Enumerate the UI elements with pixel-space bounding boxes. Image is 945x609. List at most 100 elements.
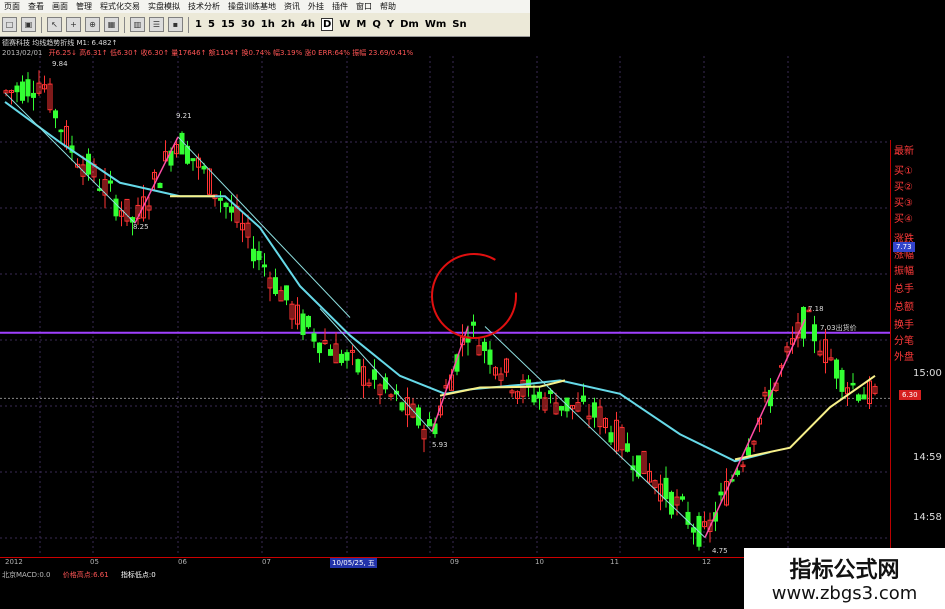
menu-item[interactable]: 外挂 <box>308 1 324 12</box>
menu-item[interactable]: 程式化交易 <box>100 1 140 12</box>
candle-body <box>669 491 674 515</box>
grid-icon[interactable]: ▦ <box>104 17 119 32</box>
trade-time: 14:59 <box>913 452 942 463</box>
menu-item[interactable]: 插件 <box>332 1 348 12</box>
candle-body <box>680 496 685 500</box>
candle-body <box>746 447 751 456</box>
chart-icon[interactable]: ▥ <box>130 17 145 32</box>
quote-tab[interactable]: 总额 <box>894 298 939 313</box>
list-icon[interactable]: ☰ <box>149 17 164 32</box>
period-button-2h[interactable]: 2h <box>281 19 295 30</box>
menu-item[interactable]: 技术分析 <box>188 1 220 12</box>
period-button-1[interactable]: 1 <box>195 19 202 30</box>
candle-body <box>223 202 229 208</box>
menu-item[interactable]: 资讯 <box>284 1 300 12</box>
candle-body <box>201 166 207 170</box>
period-button-W[interactable]: W <box>339 19 350 30</box>
period-button-D[interactable]: D <box>321 18 334 31</box>
period-button-Dm[interactable]: Dm <box>400 19 419 30</box>
trade-time: 15:00 <box>913 368 942 379</box>
watermark-url: www.zbgs3.com <box>771 583 918 604</box>
menu-item[interactable]: 帮助 <box>380 1 396 12</box>
period-button-M[interactable]: M <box>356 19 366 30</box>
candle-body <box>471 321 476 326</box>
period-button-4h[interactable]: 4h <box>301 19 315 30</box>
x-axis-tick: 10/05/25, 五 <box>330 558 377 568</box>
candle-body <box>328 349 333 356</box>
candle-body <box>190 158 196 162</box>
price-annotation: 9.84 <box>52 60 68 68</box>
candle-body <box>856 394 861 401</box>
period-button-30[interactable]: 30 <box>241 19 255 30</box>
candle-body <box>427 419 432 427</box>
candle-body <box>262 264 267 268</box>
menubar: 页面 查看 画面 管理 程式化交易 实盘模拟 技术分析 操盘训练基地 资讯 外挂 插件 窗口 帮助 <box>0 0 530 14</box>
menu-item[interactable]: 页面 <box>4 1 20 12</box>
candle-body <box>58 129 64 133</box>
quote-tab[interactable]: 最新 <box>894 142 939 157</box>
quote-tab[interactable]: 分笔 <box>894 332 939 347</box>
quote-tab[interactable]: 换手 <box>894 316 939 331</box>
candle-body <box>113 198 119 217</box>
quote-tab[interactable]: 总手 <box>894 280 939 295</box>
candle-body <box>218 197 223 201</box>
period-button-Y[interactable]: Y <box>387 19 394 30</box>
x-axis-tick: 11 <box>610 558 619 566</box>
period-button-Sn[interactable]: Sn <box>452 19 466 30</box>
menu-item[interactable]: 实盘模拟 <box>148 1 180 12</box>
candle-body <box>718 491 724 496</box>
candle-body <box>861 394 867 400</box>
quote-tab[interactable]: 振幅 <box>894 262 939 277</box>
menu-item[interactable]: 管理 <box>76 1 92 12</box>
price-chart[interactable]: 9.849.218.255.934.757.187.03出货价9.958.838… <box>0 56 890 556</box>
candle-body <box>256 250 262 261</box>
open-icon[interactable]: ▣ <box>21 17 36 32</box>
menu-item[interactable]: 查看 <box>28 1 44 12</box>
toolbar-separator <box>41 16 42 33</box>
zoom-icon[interactable]: ⊕ <box>85 17 100 32</box>
trend-line <box>4 92 136 224</box>
quote-tab[interactable]: 买② <box>894 178 939 193</box>
candle-body <box>834 359 839 379</box>
ma-line-yellow <box>734 375 876 461</box>
quote-tab[interactable]: 外盘 <box>894 348 939 363</box>
stock-title: 德赛科技 均线趋势折线 M1: 6.482↑ <box>2 39 118 47</box>
period-button-1h[interactable]: 1h <box>261 19 275 30</box>
candle-body <box>735 470 740 475</box>
candle-body <box>812 324 817 342</box>
menu-item[interactable]: 操盘训练基地 <box>228 1 276 12</box>
x-axis-tick: 2012 <box>5 558 23 566</box>
price-annotation: 9.21 <box>176 112 192 120</box>
last-price-tag: 6.30 <box>899 390 921 400</box>
candle-body <box>355 359 361 373</box>
price-annotation: 7.03出货价 <box>820 323 857 332</box>
right-quote-panel: 最新 买① 买② 买③ 买④ 涨跌 涨幅 振幅 总手 总额 换手 分笔 外盘 15:00 14:59 14:5… <box>890 140 945 560</box>
crosshair-icon[interactable]: + <box>66 17 81 32</box>
save-icon[interactable]: ▪ <box>168 17 183 32</box>
candle-body <box>25 79 31 97</box>
menu-item[interactable]: 窗口 <box>356 1 372 12</box>
x-axis-tick: 12 <box>702 558 711 566</box>
period-button-Wm[interactable]: Wm <box>425 19 446 30</box>
period-button-Q[interactable]: Q <box>372 19 381 30</box>
candle-body <box>482 341 487 351</box>
menu-item[interactable]: 画面 <box>52 1 68 12</box>
period-button-15[interactable]: 15 <box>221 19 235 30</box>
quote-tab[interactable]: 买① <box>894 162 939 177</box>
candle-body <box>339 353 344 363</box>
cursor-icon[interactable]: ↖ <box>47 17 62 32</box>
x-axis-tick: 10 <box>535 558 544 566</box>
trend-line <box>319 308 433 432</box>
macd-value: 北京MACD:0.0 <box>2 571 51 579</box>
candle-body <box>625 443 630 452</box>
quote-tab[interactable]: 买③ <box>894 194 939 209</box>
candle-body <box>306 315 311 328</box>
candle-body <box>14 85 20 93</box>
quote-tab[interactable]: 买④ <box>894 210 939 225</box>
new-window-icon[interactable]: □ <box>2 17 17 32</box>
toolbar-separator <box>124 16 125 33</box>
x-axis-labels: 2012 05 06 07 10/05/25, 五 09 10 11 12 <box>0 558 890 568</box>
period-button-5[interactable]: 5 <box>208 19 215 30</box>
indicator-low-value: 指标低点:0 <box>120 571 156 579</box>
x-axis-tick: 05 <box>90 558 99 566</box>
